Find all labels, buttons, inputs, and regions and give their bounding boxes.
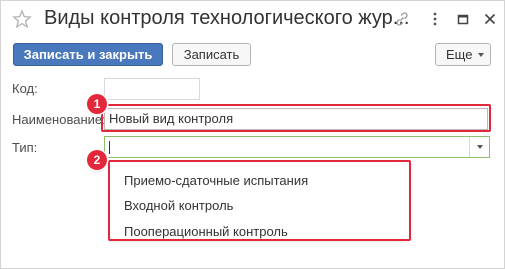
more-menu-button[interactable]: Еще [435, 43, 491, 66]
maximize-icon[interactable] [455, 11, 471, 27]
chevron-down-icon [477, 145, 483, 149]
star-icon[interactable] [12, 9, 32, 29]
name-label: Наименование: [12, 112, 106, 127]
annotation-badge-1: 1 [87, 94, 107, 114]
title-bar: Виды контроля технологического жур... [1, 1, 505, 37]
highlight-frame-type-list [108, 160, 411, 241]
highlight-frame-name [101, 104, 491, 132]
save-and-close-button[interactable]: Записать и закрыть [13, 43, 163, 66]
save-button[interactable]: Записать [172, 43, 251, 66]
chevron-down-icon [478, 53, 484, 57]
type-label: Тип: [12, 140, 38, 155]
more-menu-label: Еще [446, 47, 473, 62]
code-field[interactable] [104, 78, 200, 100]
text-cursor [109, 141, 110, 154]
annotation-badge-2: 2 [87, 150, 107, 170]
link-icon[interactable] [394, 11, 410, 27]
type-dropdown-button[interactable] [469, 137, 489, 157]
window-title: Виды контроля технологического жур... [44, 7, 410, 29]
form-window: Виды контроля технологического жур... За… [0, 0, 505, 269]
type-field[interactable] [104, 136, 490, 158]
code-label: Код: [12, 81, 38, 96]
more-icon[interactable] [427, 11, 443, 27]
close-icon[interactable] [482, 11, 498, 27]
